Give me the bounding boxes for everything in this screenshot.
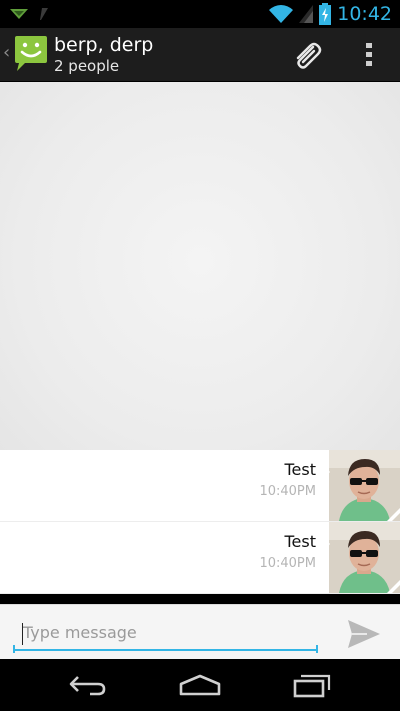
avatar[interactable] xyxy=(329,450,400,521)
attach-button[interactable] xyxy=(286,37,328,73)
signal-icon xyxy=(299,5,314,23)
status-bar: 10:42 xyxy=(0,0,400,28)
wifi-icon xyxy=(269,5,294,23)
bubble-tail xyxy=(323,465,330,479)
home-button[interactable] xyxy=(170,667,230,703)
message-area[interactable]: Test 10:40PM Test 10:40PM xyxy=(0,82,400,594)
message-item[interactable]: Test 10:40PM xyxy=(0,522,400,594)
message-text: Test xyxy=(284,532,316,551)
send-icon xyxy=(348,620,380,648)
text-cursor xyxy=(22,623,23,645)
back-icon xyxy=(69,676,106,696)
paperclip-icon xyxy=(296,42,322,69)
overflow-menu-icon xyxy=(366,43,372,66)
home-icon xyxy=(179,674,221,696)
recent-apps-icon xyxy=(293,674,331,698)
bubble-tail xyxy=(323,537,330,551)
messaging-app-icon[interactable] xyxy=(13,35,49,77)
message-item[interactable]: Test 10:40PM xyxy=(0,450,400,522)
message-timestamp: 10:40PM xyxy=(259,556,316,571)
message-timestamp: 10:40PM xyxy=(259,484,316,499)
input-underline-edge xyxy=(13,645,15,653)
avatar[interactable] xyxy=(329,522,400,593)
up-caret-icon[interactable]: ‹ xyxy=(3,43,10,63)
navigation-bar xyxy=(0,659,400,711)
overflow-menu-button[interactable] xyxy=(354,37,384,73)
message-text: Test xyxy=(284,460,316,479)
status-right-icons: 10:42 xyxy=(269,3,392,25)
download-icon xyxy=(40,8,48,20)
recent-apps-button[interactable] xyxy=(282,667,342,703)
battery-icon xyxy=(319,3,332,25)
message-list: Test 10:40PM Test 10:40PM xyxy=(0,450,400,594)
compose-bar xyxy=(0,604,400,660)
action-bar: ‹ berp, derp 2 people xyxy=(0,28,400,82)
conversation-titles: berp, derp 2 people xyxy=(54,33,153,76)
input-underline-edge xyxy=(316,645,318,653)
notification-icon xyxy=(10,9,28,19)
status-left-icons xyxy=(8,5,52,27)
send-button[interactable] xyxy=(344,617,384,651)
conversation-subtitle: 2 people xyxy=(54,57,120,75)
screen: 10:42 ‹ berp, derp 2 people Test 10:40PM… xyxy=(0,0,400,711)
status-clock: 10:42 xyxy=(337,3,392,25)
conversation-title: berp, derp xyxy=(54,34,154,56)
message-input[interactable] xyxy=(13,615,318,651)
back-button[interactable] xyxy=(58,667,118,703)
